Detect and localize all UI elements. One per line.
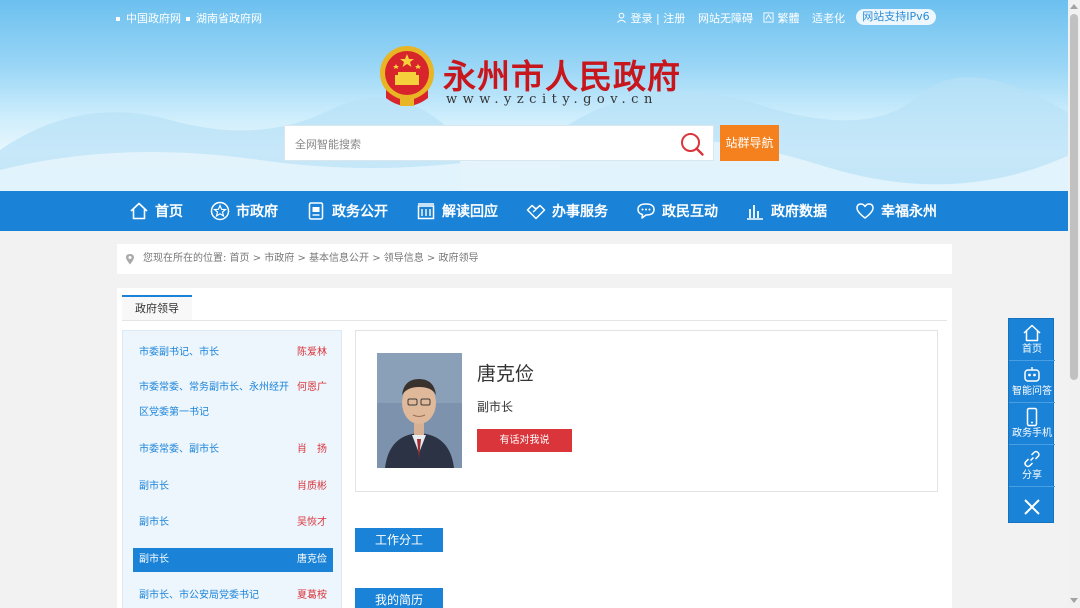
page-scrollbar[interactable] xyxy=(1068,0,1080,608)
leader-name: 肖质彬 xyxy=(297,481,327,492)
scroll-down-arrow[interactable] xyxy=(1070,598,1078,603)
leader-title: 副市长 xyxy=(477,400,514,414)
leader-item[interactable]: 市委常委、副市长 肖 扬 xyxy=(133,438,333,462)
leader-item-active[interactable]: 副市长 唐克俭 xyxy=(133,548,333,572)
nav-happy-yongzhou[interactable]: 幸福永州 xyxy=(855,191,937,231)
nav-interaction[interactable]: 政民互动 xyxy=(636,191,718,231)
ipv6-badge: 网站支持IPv6 xyxy=(856,9,936,25)
building-icon xyxy=(417,203,435,220)
section-resume[interactable]: 我的简历 xyxy=(355,588,443,608)
leader-item[interactable]: 市委常委、常务副市长、永州经开 区党委第一书记 何恩广 xyxy=(133,376,333,426)
robot-icon xyxy=(1024,367,1040,382)
leader-name: 夏葛桉 xyxy=(297,590,327,601)
site-title: 永州市人民政府 xyxy=(443,57,681,96)
site-header: 中国政府网 湖南省政府网 登录 | 注册 网站无障碍 繁體 适老化 网站支持IP… xyxy=(0,0,1080,191)
nav-services[interactable]: 办事服务 xyxy=(526,191,608,231)
share-link-icon xyxy=(1024,450,1040,468)
home-icon xyxy=(1023,324,1041,342)
traditional-icon xyxy=(763,12,774,23)
leader-profile-card: 唐克俭 副市长 有话对我说 xyxy=(355,330,938,492)
search-icon[interactable] xyxy=(679,131,705,157)
mobile-phone-icon xyxy=(1026,407,1038,427)
leader-role: 副市长 xyxy=(139,517,169,528)
nav-interpretation[interactable]: 解读回应 xyxy=(416,191,498,231)
leader-name: 肖 扬 xyxy=(297,444,327,455)
section-work-division[interactable]: 工作分工 xyxy=(355,528,443,552)
bar-chart-icon xyxy=(747,205,763,220)
leader-role-line1: 市委常委、常务副市长、永州经开 xyxy=(139,382,289,393)
close-icon[interactable] xyxy=(1009,490,1055,524)
nav-gov-data[interactable]: 政府数据 xyxy=(745,191,827,231)
leader-role: 市委常委、副市长 xyxy=(139,444,219,455)
link-hunan-gov[interactable]: 湖南省政府网 xyxy=(186,10,262,26)
nav-gov-affairs[interactable]: 政务公开 xyxy=(306,191,388,231)
leader-item[interactable]: 市委副书记、市长 陈爱林 xyxy=(133,341,333,365)
heart-icon xyxy=(856,203,874,219)
nav-city-gov[interactable]: 市政府 xyxy=(210,191,278,231)
top-utility-bar: 中国政府网 湖南省政府网 登录 | 注册 网站无障碍 繁體 适老化 网站支持IP… xyxy=(0,9,1080,26)
leader-role: 市委副书记、市长 xyxy=(139,347,219,358)
leader-name-heading: 唐克俭 xyxy=(477,363,535,385)
leader-item[interactable]: 副市长、市公安局党委书记 夏葛桉 xyxy=(133,584,333,608)
leader-name: 何恩广 xyxy=(297,382,327,393)
elderly-mode-link[interactable]: 适老化 xyxy=(812,10,845,26)
floating-toolbar: 首页 智能问答 政务手机 分享 xyxy=(1008,318,1055,524)
chat-bubble-icon xyxy=(637,203,655,219)
site-domain: www.yzcity.gov.cn xyxy=(446,92,658,107)
handshake-icon xyxy=(526,204,546,220)
user-icon xyxy=(617,12,626,23)
message-me-button[interactable]: 有话对我说 xyxy=(477,429,572,452)
tab-divider xyxy=(122,320,947,321)
breadcrumb: 您现在所在的位置: 首页 > 市政府 > 基本信息公开 > 领导信息 > 政府领… xyxy=(117,244,952,274)
leader-role: 副市长 xyxy=(139,554,169,565)
link-china-gov[interactable]: 中国政府网 xyxy=(116,10,181,26)
float-share-button[interactable]: 分享 xyxy=(1009,445,1055,487)
nav-home[interactable]: 首页 xyxy=(129,191,183,231)
site-group-nav-button[interactable]: 站群导航 xyxy=(720,125,779,161)
main-content: 政府领导 市委副书记、市长 陈爱林 市委常委、常务副市长、永州经开 区党委第一书… xyxy=(117,288,952,608)
leader-role-line2: 区党委第一书记 xyxy=(139,407,209,418)
accessibility-link[interactable]: 网站无障碍 xyxy=(698,10,753,26)
float-qa-button[interactable]: 智能问答 xyxy=(1009,361,1055,403)
traditional-chinese-link[interactable]: 繁體 xyxy=(763,10,800,26)
leader-name: 唐克俭 xyxy=(297,554,327,565)
leader-item[interactable]: 副市长 吴恢才 xyxy=(133,511,333,535)
leader-photo xyxy=(377,353,462,468)
star-circle-icon xyxy=(210,201,230,221)
search-input[interactable] xyxy=(295,134,675,154)
main-nav: 首页 市政府 政务公开 解读回应 办事服务 政民互动 政府数据 幸福永州 xyxy=(0,191,1080,231)
leader-list: 市委副书记、市长 陈爱林 市委常委、常务副市长、永州经开 区党委第一书记 何恩广… xyxy=(122,330,342,608)
leader-name: 陈爱林 xyxy=(297,347,327,358)
scroll-thumb[interactable] xyxy=(1070,14,1078,380)
float-home-button[interactable]: 首页 xyxy=(1009,319,1055,361)
document-icon xyxy=(308,202,324,220)
leader-role: 副市长、市公安局党委书记 xyxy=(139,590,259,601)
leader-item[interactable]: 副市长 肖质彬 xyxy=(133,475,333,499)
search-box xyxy=(284,125,714,161)
tab-gov-leaders[interactable]: 政府领导 xyxy=(122,295,192,321)
leader-name: 吴恢才 xyxy=(297,517,327,528)
breadcrumb-text[interactable]: 您现在所在的位置: 首页 > 市政府 > 基本信息公开 > 领导信息 > 政府领… xyxy=(143,253,479,264)
national-emblem-icon xyxy=(380,46,434,106)
location-pin-icon xyxy=(126,254,134,265)
leader-role: 副市长 xyxy=(139,481,169,492)
login-register-link[interactable]: 登录 | 注册 xyxy=(616,10,685,26)
scroll-up-arrow[interactable] xyxy=(1070,4,1078,9)
float-mobile-button[interactable]: 政务手机 xyxy=(1009,403,1055,445)
home-icon xyxy=(130,202,148,220)
